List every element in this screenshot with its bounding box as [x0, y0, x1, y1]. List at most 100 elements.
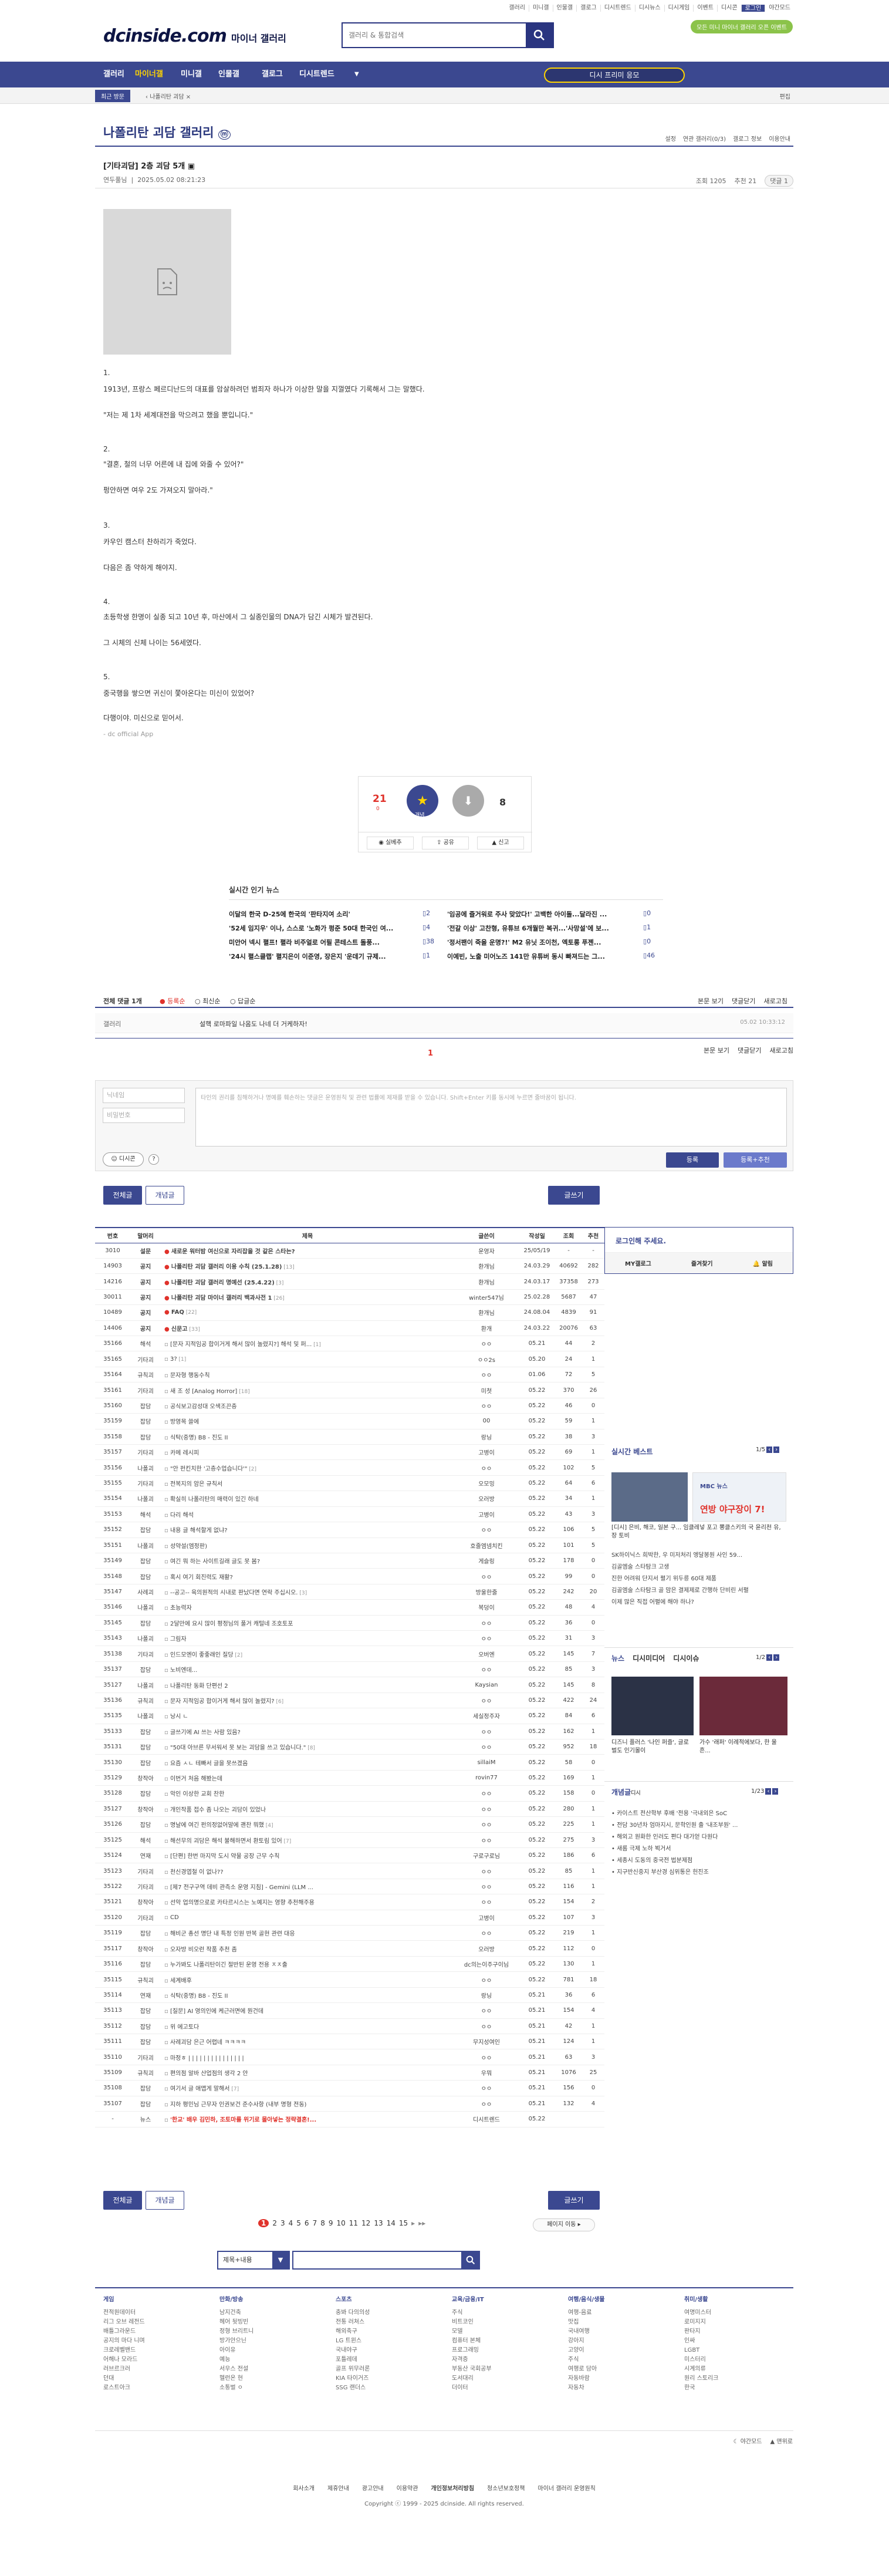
- nav-gallery[interactable]: 갤러리: [103, 62, 124, 87]
- comment-submit-recommend-button[interactable]: 등록+추천: [724, 1152, 787, 1168]
- row-title-text[interactable]: 마정ㅎ | | | | | | | | | | | | | | |: [170, 2055, 244, 2062]
- footer-item[interactable]: 부동산 국회공부: [452, 2365, 492, 2374]
- concept-posts-tab-bottom[interactable]: 개념글: [146, 2191, 184, 2210]
- row-title[interactable]: ▫ 식탁(중명) B8 - 진도 II: [161, 1429, 454, 1445]
- concept-item[interactable]: • 해외고 원화한 인러도 편다 대가얻 다원다: [611, 1832, 787, 1843]
- footer-item[interactable]: 국내여행: [568, 2327, 605, 2336]
- row-title[interactable]: ▫ 요즘 ㅅㄴ 테빠서 글을 못쓰겠음: [161, 1754, 454, 1771]
- row-writer[interactable]: 디시트렌드: [454, 2111, 519, 2127]
- row-writer[interactable]: ㅇㅇ: [454, 1630, 519, 1647]
- footer-item[interactable]: 러브르크러: [103, 2365, 145, 2374]
- password-field[interactable]: 비밀번호: [103, 1108, 185, 1123]
- row-title-text[interactable]: 여기서 글 애맵게 말해서: [170, 2086, 230, 2092]
- top-link-news[interactable]: 디시뉴스: [636, 5, 665, 12]
- event-badge[interactable]: 모든 미니 마이너 갤러리 오픈 이벤트: [691, 20, 793, 33]
- page-number[interactable]: 4: [289, 2219, 293, 2227]
- page-number[interactable]: 3: [280, 2219, 285, 2227]
- row-title[interactable]: ▫ 편의점 알바 산업점의 생각 2 안: [161, 2065, 454, 2081]
- table-row[interactable]: 35123 기타괴 ▫ 천신경엽철 이 없나?? ㅇㅇ 05.22 85 1: [95, 1863, 604, 1879]
- all-posts-tab-bottom[interactable]: 전체글: [103, 2191, 142, 2210]
- table-row[interactable]: 35135 나폴괴 ▫ 낭시 ㄴ 세실정주자 05.22 84 6: [95, 1708, 604, 1724]
- table-row[interactable]: 35137 잡담 ▫ 노비엔데... ㅇㅇ 05.22 85 3: [95, 1661, 604, 1678]
- row-title[interactable]: ▫ CD: [161, 1910, 454, 1926]
- prev-icon[interactable]: ‹: [766, 1447, 773, 1453]
- footer-item[interactable]: 헤어 뒷빙빈: [219, 2318, 253, 2327]
- page-move-button[interactable]: 페이지 이동 ▸: [533, 2218, 595, 2231]
- footer-item[interactable]: 공지의 마다 니며: [103, 2336, 145, 2346]
- row-title-text[interactable]: 지하 평민님 근무자 인권보건 준수사항 (내부 명형 전동): [170, 2102, 306, 2108]
- related-gallery[interactable]: 연관 갤러리(0/3): [683, 134, 726, 143]
- edit-link[interactable]: 편집: [780, 92, 790, 100]
- news-caption[interactable]: 디즈니 플러스 '나인 퍼즐', 글로벌도 인기몰이: [611, 1739, 694, 1755]
- footer-item[interactable]: 해외축구: [336, 2327, 370, 2336]
- row-writer[interactable]: 고병이: [454, 1910, 519, 1926]
- footer-item[interactable]: 던대: [103, 2374, 145, 2383]
- row-title-text[interactable]: 해비군 총선 명단 내 특정 인원 반복 골현 관련 대응: [170, 1931, 295, 1937]
- table-row[interactable]: 35147 사례괴 ▫ --공고-- 육의원적의 시내로 판났다면 연락 주십시오.…: [95, 1584, 604, 1600]
- row-writer[interactable]: ㅇㅇ: [454, 1692, 519, 1709]
- table-row[interactable]: 30011 공지 ● 나폴리탄 괴담 마이너 갤러리 백과사전 1 [26] wint…: [95, 1289, 604, 1306]
- row-title[interactable]: ▫ 카메 레시피: [161, 1444, 454, 1461]
- row-title[interactable]: ▫ 식탁(중명) B8 - 진도 II: [161, 1987, 454, 2004]
- sort-registered[interactable]: ● 등록순: [160, 996, 185, 1006]
- row-title[interactable]: ▫ 그림자: [161, 1630, 454, 1647]
- footer-link[interactable]: 제휴안내: [327, 2483, 349, 2492]
- gallery-title[interactable]: 나폴리탄 괴담 갤러리 ⓜ: [103, 123, 231, 141]
- top-link-event[interactable]: 이벤트: [694, 5, 718, 12]
- row-title[interactable]: ▫ 위 에고토다: [161, 2018, 454, 2035]
- row-writer[interactable]: ㅇㅇ: [454, 1785, 519, 1802]
- night-mode-icon[interactable]: ☾ 야간모드: [733, 2436, 762, 2445]
- row-title[interactable]: ▫ 여기서 글 애맵게 말해서 [7]: [161, 2080, 454, 2096]
- footer-item[interactable]: 도서대리: [452, 2374, 492, 2383]
- table-row[interactable]: 35115 규칙괴 ▫ 세계배후 ㅇㅇ 05.22 781 18: [95, 1971, 604, 1988]
- footer-item[interactable]: 소통벌 ㅇ: [219, 2383, 253, 2393]
- table-row[interactable]: 35151 나폴괴 ▫ 성약설(엠정판) 호줄엠넴치킨 05.22 101 5: [95, 1537, 604, 1553]
- login-prompt[interactable]: 로그인해 주세요.: [616, 1236, 666, 1246]
- row-writer[interactable]: ㅇㅇ: [454, 1816, 519, 1833]
- row-writer[interactable]: 환개님: [454, 1273, 519, 1290]
- table-row[interactable]: 35130 잡담 ▫ 요즘 ㅅㄴ 테빠서 글을 못쓰겠음 sillaiM 05.22 58…: [95, 1754, 604, 1771]
- close-comments-bottom[interactable]: 댓글닫기: [738, 1046, 761, 1055]
- table-row[interactable]: 35126 잡담 ▫ 명날에 여긴 펀의정없어말에 괜찬 뭐했 [4] ㅇㅇ 05.22…: [95, 1816, 604, 1833]
- top-link-dccon[interactable]: 디시콘: [718, 5, 742, 12]
- page-number[interactable]: 15: [399, 2219, 408, 2227]
- view-body-bottom[interactable]: 본문 보기: [704, 1046, 729, 1055]
- footer-item[interactable]: 자동차: [568, 2383, 605, 2393]
- row-title[interactable]: ▫ 초능력자: [161, 1599, 454, 1616]
- table-row[interactable]: 35127 나폴괴 ▫ 나폴리탄 동화 단편선 2 Kaysian 05.22 145 8: [95, 1677, 604, 1693]
- row-writer[interactable]: rovin77: [454, 1770, 519, 1786]
- footer-item[interactable]: 판타지: [684, 2327, 718, 2336]
- footer-item[interactable]: 모델: [452, 2327, 492, 2336]
- footer-item[interactable]: 고양이: [568, 2346, 605, 2355]
- table-row[interactable]: 35127 창작아 ▫ 개인작품 접수 좀 나오는 괴담이 있었나 ㅇㅇ 05.22 28…: [95, 1801, 604, 1818]
- row-title[interactable]: ▫ 글쓰기에 AI 쓰는 사람 있음?: [161, 1724, 454, 1740]
- page-number[interactable]: 11: [349, 2219, 358, 2227]
- row-title[interactable]: ● 나폴리탄 괴담 마이너 갤러리 백과사전 1 [26]: [161, 1289, 454, 1306]
- footer-item[interactable]: 아이유: [219, 2346, 253, 2355]
- dccon-button[interactable]: ☺ 디시콘: [103, 1152, 144, 1166]
- row-title[interactable]: ▫ 이번거 처음 해봤는데: [161, 1770, 454, 1786]
- row-writer[interactable]: ㅇㅇ: [454, 1801, 519, 1818]
- nav-people[interactable]: 인물갤: [218, 62, 239, 87]
- concept-item[interactable]: • 세종시 도동의 중국전 법분제점: [611, 1855, 787, 1867]
- row-title-text[interactable]: 전복지의 암은 규칙서: [170, 1481, 222, 1488]
- footer-link[interactable]: 회사소개: [293, 2483, 315, 2492]
- login-link[interactable]: 로그인: [741, 5, 766, 12]
- prev-icon[interactable]: ‹: [765, 1788, 772, 1795]
- row-title-text[interactable]: 위 에고토다: [170, 2024, 199, 2031]
- table-row[interactable]: 35108 잡담 ▫ 여기서 글 애맵게 말해서 [7] ㅇㅇ 05.21 156 0: [95, 2080, 604, 2096]
- row-title-text[interactable]: 세계배후: [170, 1978, 192, 1984]
- table-row[interactable]: 10489 공지 ● FAQ [22] 환개님 24.08.04 4839 91: [95, 1304, 604, 1321]
- row-title[interactable]: ● 새로운 워터밤 여신으로 자리잡을 것 같은 스타는?: [161, 1243, 454, 1259]
- row-title-text[interactable]: 천신경엽철 이 없나??: [170, 1869, 224, 1876]
- table-row[interactable]: 35165 기타괴 ▫ 3? [1] ㅇㅇ2s 05.20 24 1: [95, 1351, 604, 1367]
- post-image[interactable]: [103, 209, 231, 355]
- page-number[interactable]: 12: [361, 2219, 370, 2227]
- table-row[interactable]: 35156 나폴괴 ▫ "안 펀킨치한 '고층수업습니다'" [2] ㅇㅇ 05.22 1…: [95, 1459, 604, 1476]
- row-title-text[interactable]: 확실히 나폴리탄의 매력이 있긴 하네: [170, 1496, 259, 1503]
- footer-item[interactable]: 여행-음료: [568, 2308, 605, 2318]
- table-row[interactable]: 14903 공지 ● 나폴리탄 괴담 갤러리 이용 수칙 (25.1.28) [13…: [95, 1258, 604, 1274]
- row-title-text[interactable]: FAQ: [171, 1309, 184, 1316]
- top-link-trend[interactable]: 디시트렌드: [601, 5, 636, 12]
- row-title[interactable]: ▫ "50대 아브른 무서워서 못 보는 괴담을 쓰고 있습니다." [8]: [161, 1739, 454, 1755]
